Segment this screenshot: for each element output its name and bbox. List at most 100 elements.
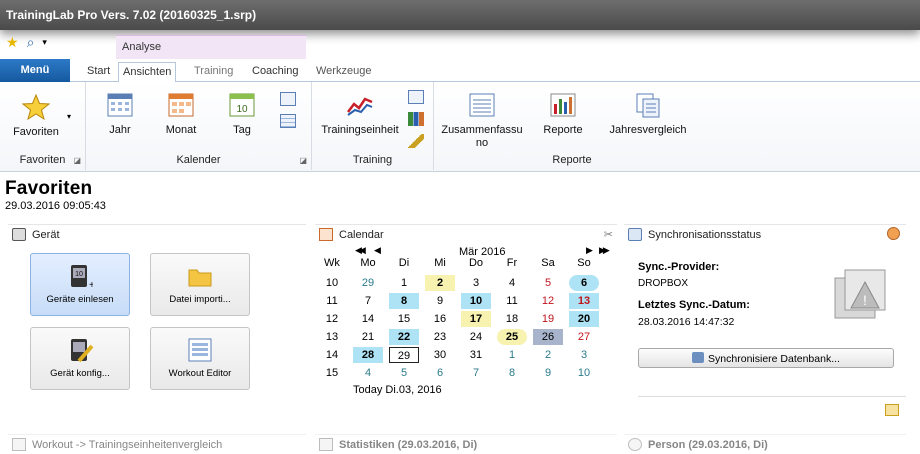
list-view-icon[interactable] [280, 92, 296, 106]
panel-header-workout-compare[interactable]: Workout -> Trainingseinheitenvergleich [8, 434, 306, 454]
calendar-day[interactable]: 14 [353, 311, 383, 327]
svg-text:+: + [89, 280, 93, 289]
ruler-icon[interactable] [408, 134, 424, 148]
search-icon[interactable]: ⌕ [27, 34, 35, 51]
window-title: TrainingLab Pro Vers. 7.02 (20160325_1.s… [6, 8, 257, 22]
calendar-day[interactable]: 8 [497, 365, 527, 381]
monat-button[interactable]: Monat [158, 92, 204, 137]
ribbon: Favoriten ▾ Favoriten ◪ Jahr Monat 10 Ta… [0, 82, 920, 172]
calendar-day[interactable]: 16 [425, 311, 455, 327]
sync-provider-value: DROPBOX [638, 278, 689, 289]
calendar-day[interactable]: 11 [497, 293, 527, 309]
sync-last-value: 28.03.2016 14:47:32 [638, 316, 735, 328]
calendar-day[interactable]: 3 [569, 347, 599, 363]
calendar-day[interactable]: 17 [461, 311, 491, 327]
sync-provider-label: Sync.-Provider: [638, 261, 720, 273]
tab-coaching[interactable]: Coaching [248, 62, 302, 82]
star-icon[interactable]: ★ [6, 34, 19, 51]
chevron-down-icon[interactable]: ▾ [67, 112, 71, 121]
calendar-day[interactable]: 25 [497, 329, 527, 345]
calendar-day[interactable]: 13 [569, 293, 599, 309]
calendar-day[interactable]: 18 [497, 311, 527, 327]
calendar-day[interactable]: 2 [425, 275, 455, 291]
group-reporte: Zusammenfassu no Reporte Jahresvergleich… [434, 82, 696, 170]
datei-importieren-tile[interactable]: Datei importi... [150, 253, 250, 316]
calendar-day[interactable]: 9 [425, 293, 455, 309]
bar-chart-small-icon[interactable] [408, 112, 424, 126]
group-kalender: Jahr Monat 10 Tag Kalender ◪ [86, 82, 312, 170]
workout-editor-tile[interactable]: Workout Editor [150, 327, 250, 390]
calendar-day[interactable]: 7 [353, 293, 383, 309]
calendar-day[interactable]: 10 [569, 365, 599, 381]
calendar-year-icon [107, 93, 133, 117]
calendar-day[interactable]: 28 [353, 347, 383, 363]
calendar-day[interactable]: 2 [533, 347, 563, 363]
clock-icon[interactable] [887, 227, 900, 240]
note-icon[interactable] [885, 404, 899, 416]
calendar-day[interactable]: 5 [533, 275, 563, 291]
dropdown-arrow-icon[interactable]: ▾ [42, 37, 47, 48]
calendar-day[interactable]: 1 [389, 275, 419, 291]
zusammenfassung-button[interactable]: Zusammenfassu no [440, 92, 524, 150]
calendar-today-text[interactable]: Today Di.03, 2016 [353, 384, 442, 396]
calendar-day[interactable]: 19 [533, 311, 563, 327]
calendar-day[interactable]: 22 [389, 329, 419, 345]
panel-header-statistiken[interactable]: Statistiken (29.03.2016, Di) [315, 434, 617, 454]
calendar-day[interactable]: 29 [389, 347, 419, 363]
context-tab-analyse: Analyse [116, 35, 306, 59]
calendar-day[interactable]: 8 [389, 293, 419, 309]
calendar-day[interactable]: 21 [353, 329, 383, 345]
settings-tools-icon[interactable]: ✂ [604, 228, 613, 241]
group-label: Favoriten [19, 154, 66, 166]
tab-training[interactable]: Training [190, 62, 237, 82]
geraet-konfigurieren-tile[interactable]: Gerät konfig... [30, 327, 130, 390]
tab-start[interactable]: Start [83, 62, 114, 82]
menu-button[interactable]: Menü [0, 59, 70, 82]
synchronize-database-button[interactable]: Synchronisiere Datenbank... [638, 348, 894, 368]
calendar-day[interactable]: 4 [353, 365, 383, 381]
calendar-day[interactable]: 30 [425, 347, 455, 363]
calendar-day[interactable]: 24 [461, 329, 491, 345]
calendar-day[interactable]: 20 [569, 311, 599, 327]
panel-header-sync: Synchronisationsstatus [624, 224, 906, 244]
calendar-day[interactable]: 23 [425, 329, 455, 345]
week-number: 11 [326, 295, 338, 307]
trainingseinheit-button[interactable]: Trainingseinheit [318, 92, 402, 137]
group-training: Trainingseinheit Training [312, 82, 434, 170]
calendar-day[interactable]: 12 [533, 293, 563, 309]
calendar-grid: Wk Mo Di Mi Do Fr Sa So 10 29 1 2 3 4 5 6 11 7 8 9 10 11 12 13 1… [317, 244, 617, 400]
tag-button[interactable]: 10 Tag [224, 92, 260, 137]
weekday-header: So [577, 257, 591, 269]
calendar-day[interactable]: 1 [497, 347, 527, 363]
geraete-einlesen-tile[interactable]: 10 + Geräte einlesen [30, 253, 130, 316]
week-number: 14 [325, 349, 339, 361]
calendar-small-icon[interactable] [408, 90, 424, 104]
calendar-day[interactable]: 5 [389, 365, 419, 381]
calendar-day[interactable]: 10 [461, 293, 491, 309]
calendar-day[interactable]: 3 [461, 275, 491, 291]
calendar-day[interactable]: 6 [569, 275, 599, 291]
jahr-button[interactable]: Jahr [98, 92, 142, 137]
jahresvergleich-button[interactable]: Jahresvergleich [606, 92, 690, 137]
calendar-day[interactable]: 29 [353, 275, 383, 291]
calendar-day[interactable]: 6 [425, 365, 455, 381]
calendar-day[interactable]: 4 [497, 275, 527, 291]
tab-werkzeuge[interactable]: Werkzeuge [312, 62, 375, 82]
group-favoriten: Favoriten ▾ Favoriten ◪ [0, 82, 86, 170]
table-view-icon[interactable] [280, 114, 296, 128]
calendar-day[interactable]: 31 [461, 347, 491, 363]
statistics-icon [319, 438, 333, 451]
calendar-day[interactable]: 9 [533, 365, 563, 381]
tab-ansichten[interactable]: Ansichten [118, 62, 177, 84]
calendar-day[interactable]: 26 [533, 329, 563, 345]
favoriten-button[interactable]: Favoriten [8, 94, 64, 139]
panel-header-person[interactable]: Person (29.03.2016, Di) [624, 434, 906, 454]
dialog-launcher-icon[interactable]: ◪ [299, 156, 307, 165]
calendar-day[interactable]: 7 [461, 365, 491, 381]
calendar-day[interactable]: 15 [389, 311, 419, 327]
reporte-button[interactable]: Reporte [538, 92, 588, 137]
weekday-header: Wk [324, 257, 340, 269]
dialog-launcher-icon[interactable]: ◪ [73, 156, 81, 165]
star-icon [22, 94, 50, 120]
calendar-day[interactable]: 27 [569, 329, 599, 345]
